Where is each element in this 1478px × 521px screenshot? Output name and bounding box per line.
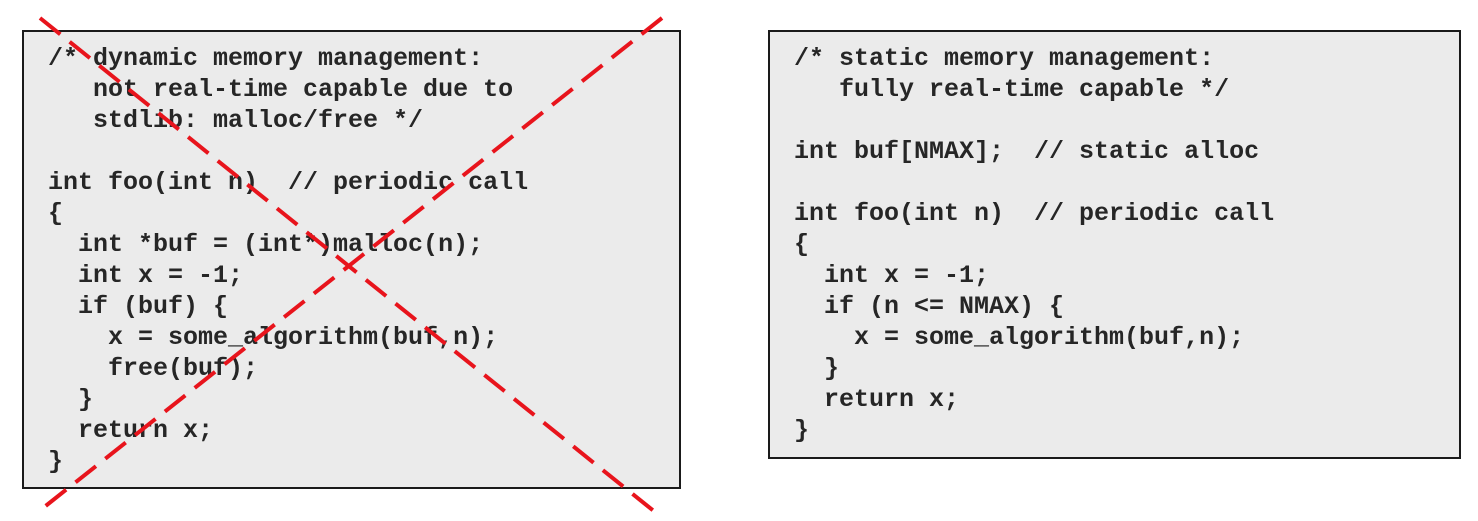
code-line: } (48, 385, 94, 414)
dynamic-code-listing: /* dynamic memory management: not real-t… (48, 43, 528, 477)
dynamic-memory-code-block: /* dynamic memory management: not real-t… (22, 30, 681, 489)
code-line: int *buf = (int*)malloc(n); (48, 230, 484, 259)
code-line: { (794, 230, 810, 259)
code-line: int x = -1; (794, 261, 990, 290)
static-memory-code-block: /* static memory management: fully real-… (768, 30, 1461, 459)
code-line: if (n <= NMAX) { (794, 292, 1065, 321)
code-line: not real-time capable due to (48, 75, 514, 104)
code-line: int buf[NMAX]; // static alloc (794, 137, 1260, 166)
code-line: return x; (794, 385, 960, 414)
code-line: free(buf); (48, 354, 259, 383)
code-line: } (794, 416, 810, 445)
code-line: int foo(int n) // periodic call (794, 199, 1275, 228)
code-line: } (48, 447, 64, 476)
code-line: } (794, 354, 840, 383)
code-line: { (48, 199, 64, 228)
code-line: /* static memory management: (794, 44, 1215, 73)
code-line: x = some_algorithm(buf,n); (48, 323, 499, 352)
code-line: fully real-time capable */ (794, 75, 1230, 104)
static-code-listing: /* static memory management: fully real-… (794, 43, 1274, 446)
code-line: int x = -1; (48, 261, 244, 290)
code-line: x = some_algorithm(buf,n); (794, 323, 1245, 352)
code-line: stdlib: malloc/free */ (48, 106, 424, 135)
code-line: /* dynamic memory management: (48, 44, 484, 73)
code-line: return x; (48, 416, 214, 445)
code-line: if (buf) { (48, 292, 229, 321)
code-line: int foo(int n) // periodic call (48, 168, 529, 197)
